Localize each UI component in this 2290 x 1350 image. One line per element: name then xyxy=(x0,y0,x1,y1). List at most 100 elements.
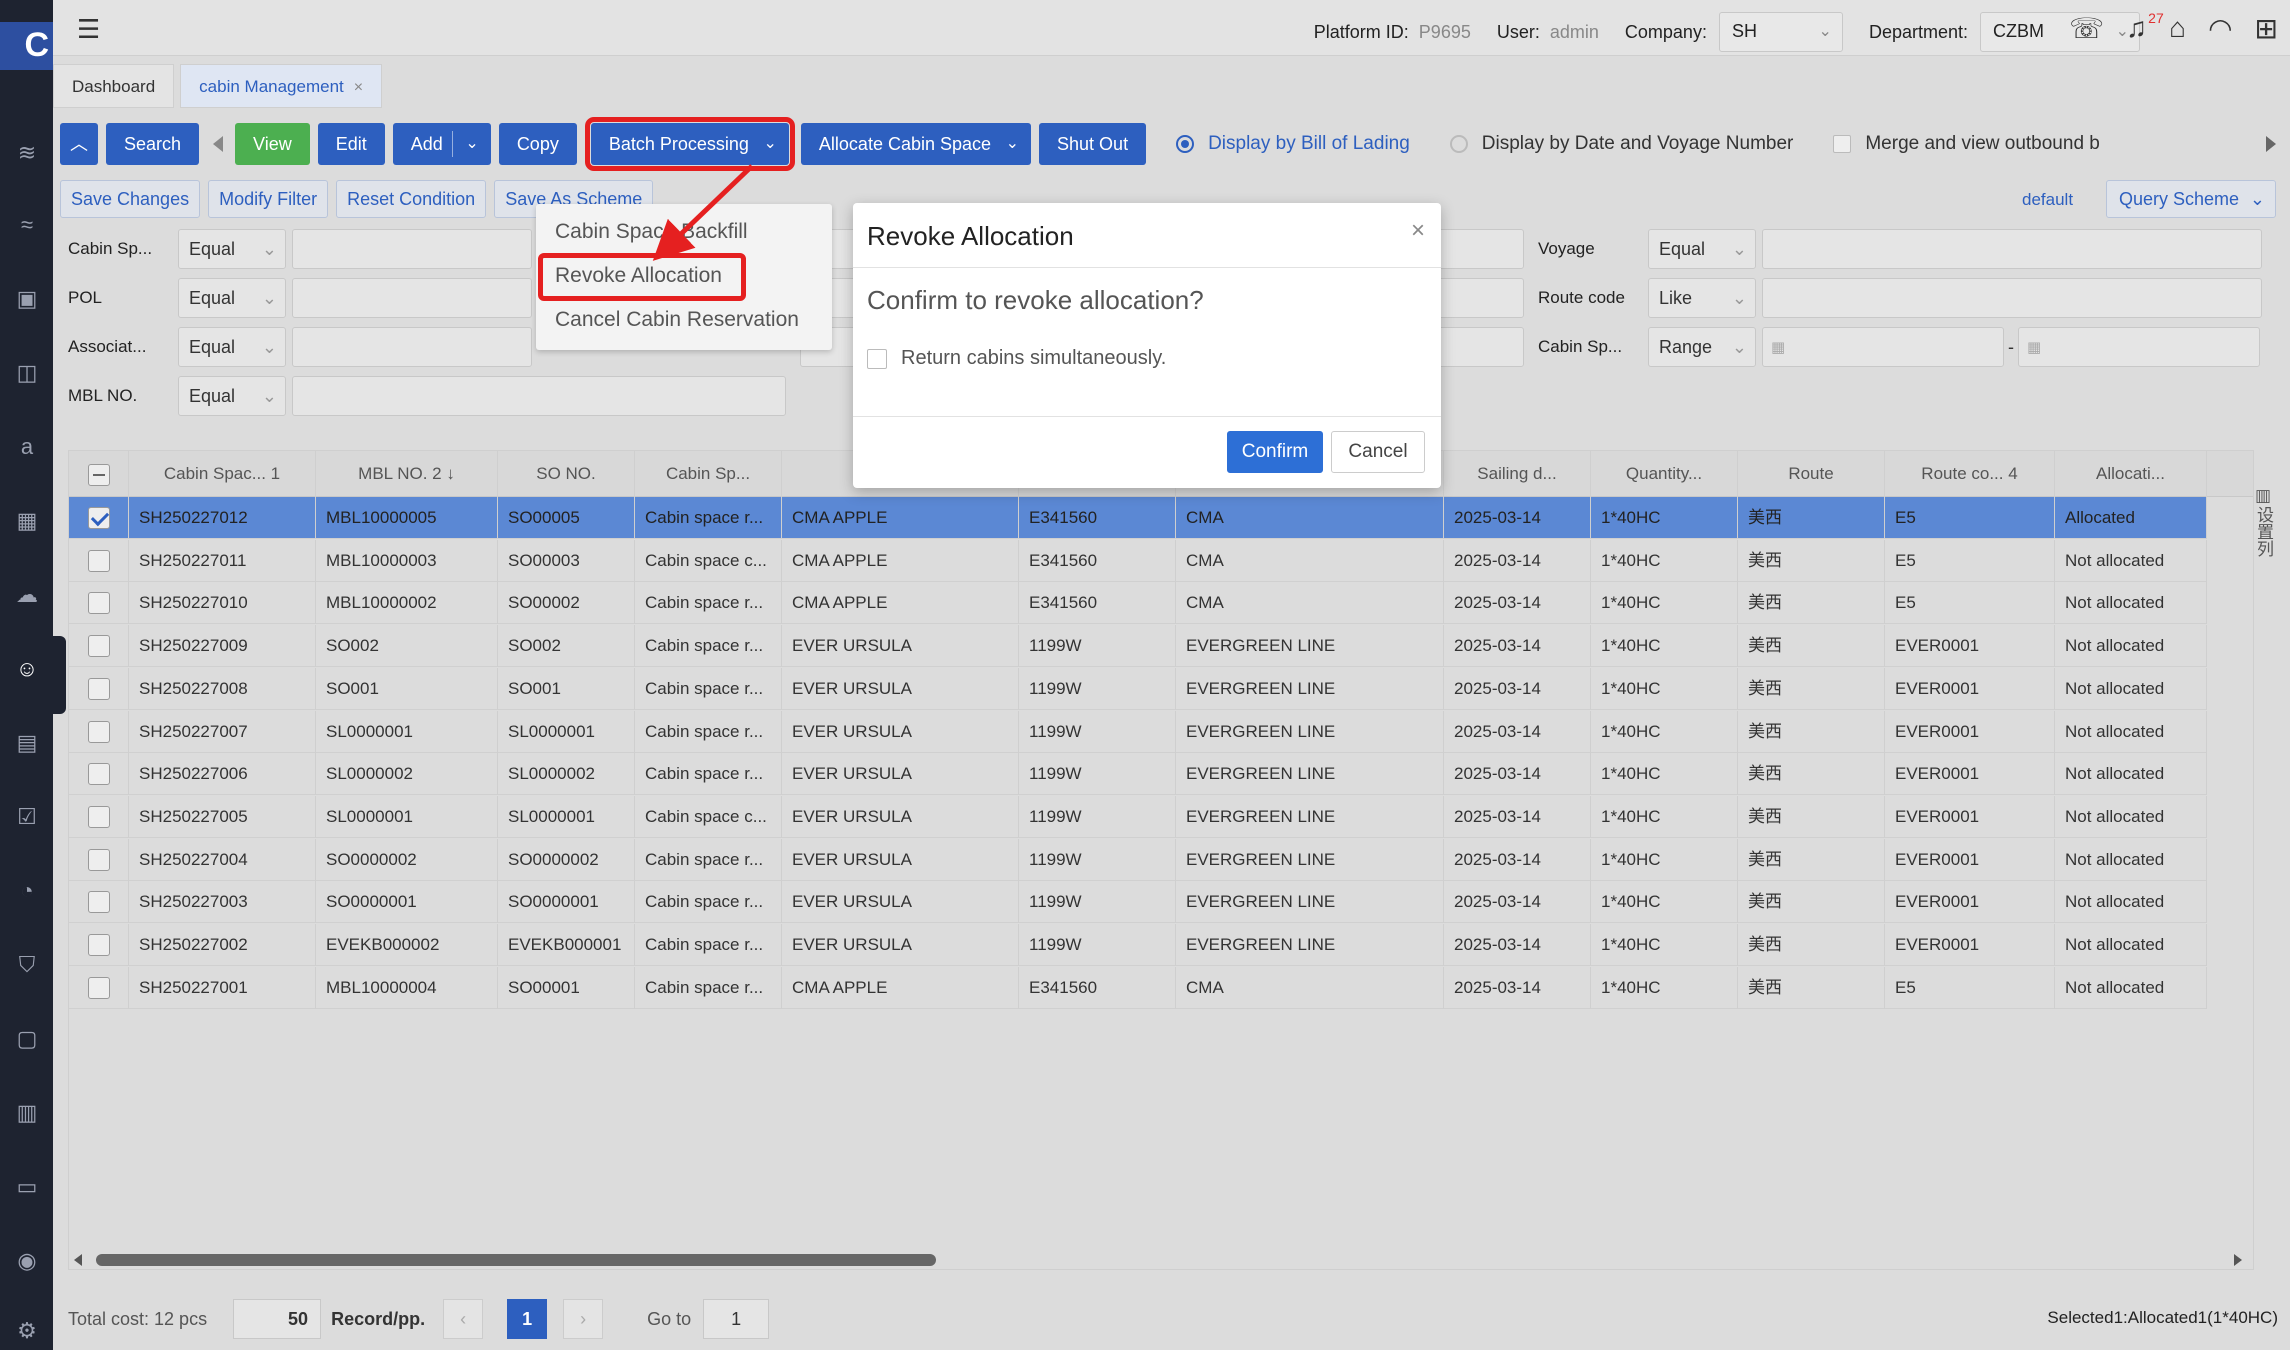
display-by-bl-option[interactable]: Display by Bill of Lading xyxy=(1176,133,1410,155)
column-header[interactable]: Route co... 4 xyxy=(1885,451,2055,497)
reset-condition-button[interactable]: Reset Condition xyxy=(336,180,487,218)
current-page-button[interactable]: 1 xyxy=(507,1299,548,1339)
row-checkbox-cell[interactable] xyxy=(69,795,129,838)
menu-item-cabin-space-backfill[interactable]: Cabin Space Backfill xyxy=(555,220,748,244)
merge-view-option[interactable]: Merge and view outbound b xyxy=(1833,133,2100,155)
cancel-button[interactable]: Cancel xyxy=(1331,431,1425,473)
route-code-input[interactable] xyxy=(1762,278,2262,318)
row-checkbox-cell[interactable] xyxy=(69,497,129,539)
scroll-left-arrow[interactable] xyxy=(74,1254,82,1266)
date-to-input[interactable]: ▦ xyxy=(2018,327,2260,367)
edit-button[interactable]: Edit xyxy=(317,123,385,165)
close-tab-icon[interactable]: × xyxy=(354,79,363,96)
chart-icon[interactable]: ▤ xyxy=(14,730,40,756)
row-checkbox-cell[interactable] xyxy=(69,966,129,1009)
row-checkbox[interactable] xyxy=(87,763,110,786)
apps-grid-icon[interactable]: ⊞ xyxy=(2255,12,2278,45)
query-scheme-select[interactable]: Query Scheme ⌄ xyxy=(2106,180,2276,218)
tab-cabin-management[interactable]: cabin Management × xyxy=(180,64,383,108)
row-checkbox[interactable] xyxy=(87,976,110,999)
column-settings[interactable]: ▥ 设置列 xyxy=(2250,486,2276,562)
row-checkbox[interactable] xyxy=(87,720,110,743)
column-header[interactable]: Quantity... xyxy=(1591,451,1738,497)
row-checkbox-cell[interactable] xyxy=(69,625,129,668)
table-row[interactable]: SH250227010 MBL10000002 SO00002 Cabin space… xyxy=(69,582,2207,625)
table-row[interactable]: SH250227004 SO0000002 SO0000002 Cabin space… xyxy=(69,838,2207,881)
select-all-checkbox[interactable] xyxy=(87,463,110,486)
table-icon[interactable]: ▦ xyxy=(14,508,40,534)
column-header[interactable]: Allocati... xyxy=(2055,451,2207,497)
folder-icon[interactable]: ▭ xyxy=(14,1174,40,1200)
settings-icon[interactable]: ⚙ xyxy=(14,1318,40,1344)
page-size-input[interactable]: 50 xyxy=(233,1299,322,1339)
row-checkbox[interactable] xyxy=(87,934,110,956)
operator-select[interactable]: Equal ⌄ xyxy=(178,278,286,318)
date-from-input[interactable]: ▦ xyxy=(1762,327,2004,367)
mbl-no-input[interactable] xyxy=(292,376,786,416)
robot-icon[interactable]: ▢ xyxy=(14,1026,40,1052)
row-checkbox-cell[interactable] xyxy=(69,924,129,966)
column-header[interactable]: Sailing d... xyxy=(1444,451,1591,497)
row-checkbox[interactable] xyxy=(87,507,110,529)
company-select[interactable]: SH ⌄ xyxy=(1718,12,1843,52)
clock-icon[interactable]: ◔ xyxy=(14,878,40,904)
row-checkbox-cell[interactable] xyxy=(69,667,129,710)
view-button[interactable]: View xyxy=(235,123,310,165)
add-button[interactable]: Add ⌄ xyxy=(392,123,491,165)
checklist-icon[interactable]: ☑ xyxy=(14,804,40,830)
row-checkbox[interactable] xyxy=(87,677,110,700)
waves-icon[interactable]: ≈ xyxy=(14,212,40,238)
cabin-sp-input[interactable] xyxy=(292,229,532,269)
column-header[interactable]: Cabin Sp... xyxy=(635,451,782,497)
column-header[interactable] xyxy=(69,451,129,497)
table-row[interactable]: SH250227001 MBL10000004 SO00001 Cabin space… xyxy=(69,966,2207,1009)
pol-input[interactable] xyxy=(292,278,532,318)
batch-processing-button[interactable]: Batch Processing ⌄ xyxy=(584,117,795,171)
operator-select[interactable]: Equal ⌄ xyxy=(178,327,286,367)
copy-button[interactable]: Copy xyxy=(498,123,577,165)
ship-icon[interactable]: ≋ xyxy=(14,140,40,166)
camera-icon[interactable]: ◉ xyxy=(14,1248,40,1274)
radio-unchecked[interactable] xyxy=(1449,135,1468,153)
scroll-right-icon[interactable] xyxy=(2266,136,2276,152)
truck-icon[interactable]: ▣ xyxy=(14,286,40,312)
menu-toggle-icon[interactable]: ☰ xyxy=(77,14,100,45)
message-icon[interactable]: ☏ xyxy=(2069,12,2104,45)
shield-icon[interactable]: ⛉ xyxy=(14,952,40,978)
table-row[interactable]: SH250227005 SL0000001 SL0000001 Cabin space… xyxy=(69,795,2207,838)
operator-select[interactable]: Like ⌄ xyxy=(1648,278,1756,318)
table-row[interactable]: SH250227012 MBL10000005 SO00005 Cabin space… xyxy=(69,497,2207,539)
scroll-left-icon[interactable] xyxy=(213,136,224,152)
table-row[interactable]: SH250227011 MBL10000003 SO00003 Cabin space… xyxy=(69,539,2207,582)
operator-select[interactable]: Range ⌄ xyxy=(1648,327,1756,367)
tab-dashboard[interactable]: Dashboard xyxy=(53,64,175,108)
default-scheme-link[interactable]: default xyxy=(2022,190,2073,210)
column-header[interactable]: MBL NO. 2 ↓ xyxy=(316,451,498,497)
horizontal-scrollbar[interactable] xyxy=(70,1252,2246,1268)
radio-checked[interactable] xyxy=(1176,135,1195,153)
table-row[interactable]: SH250227009 SO002 SO002 Cabin space r... EVE… xyxy=(69,625,2207,668)
row-checkbox-cell[interactable] xyxy=(69,582,129,625)
chevron-down-icon[interactable]: ⌄ xyxy=(465,123,478,165)
row-checkbox[interactable] xyxy=(87,805,110,828)
merge-view-checkbox[interactable] xyxy=(1833,135,1852,153)
row-checkbox-cell[interactable] xyxy=(69,881,129,924)
close-icon[interactable]: × xyxy=(1411,217,1425,245)
prev-page-button[interactable]: ‹ xyxy=(443,1299,484,1339)
headset-icon[interactable]: ◠ xyxy=(2208,12,2232,45)
collapse-button[interactable]: ︿ xyxy=(60,123,98,165)
user-icon[interactable]: ☺ xyxy=(14,656,40,682)
row-checkbox-cell[interactable] xyxy=(69,753,129,796)
home-icon[interactable]: ⌂ xyxy=(2169,12,2186,45)
search-button[interactable]: Search xyxy=(106,123,200,165)
cloud-icon[interactable]: ☁ xyxy=(14,582,40,608)
table-row[interactable]: SH250227006 SL0000002 SL0000002 Cabin space… xyxy=(69,753,2207,796)
associat-input[interactable] xyxy=(292,327,532,367)
column-header[interactable]: Cabin Spac... 1 xyxy=(129,451,316,497)
report-icon[interactable]: ▥ xyxy=(14,1100,40,1126)
table-row[interactable]: SH250227008 SO001 SO001 Cabin space r... EVE… xyxy=(69,667,2207,710)
row-checkbox-cell[interactable] xyxy=(69,539,129,582)
table-row[interactable]: SH250227007 SL0000001 SL0000001 Cabin space… xyxy=(69,710,2207,753)
next-page-button[interactable]: › xyxy=(563,1299,604,1339)
menu-item-cancel-cabin-reservation[interactable]: Cancel Cabin Reservation xyxy=(555,308,799,332)
